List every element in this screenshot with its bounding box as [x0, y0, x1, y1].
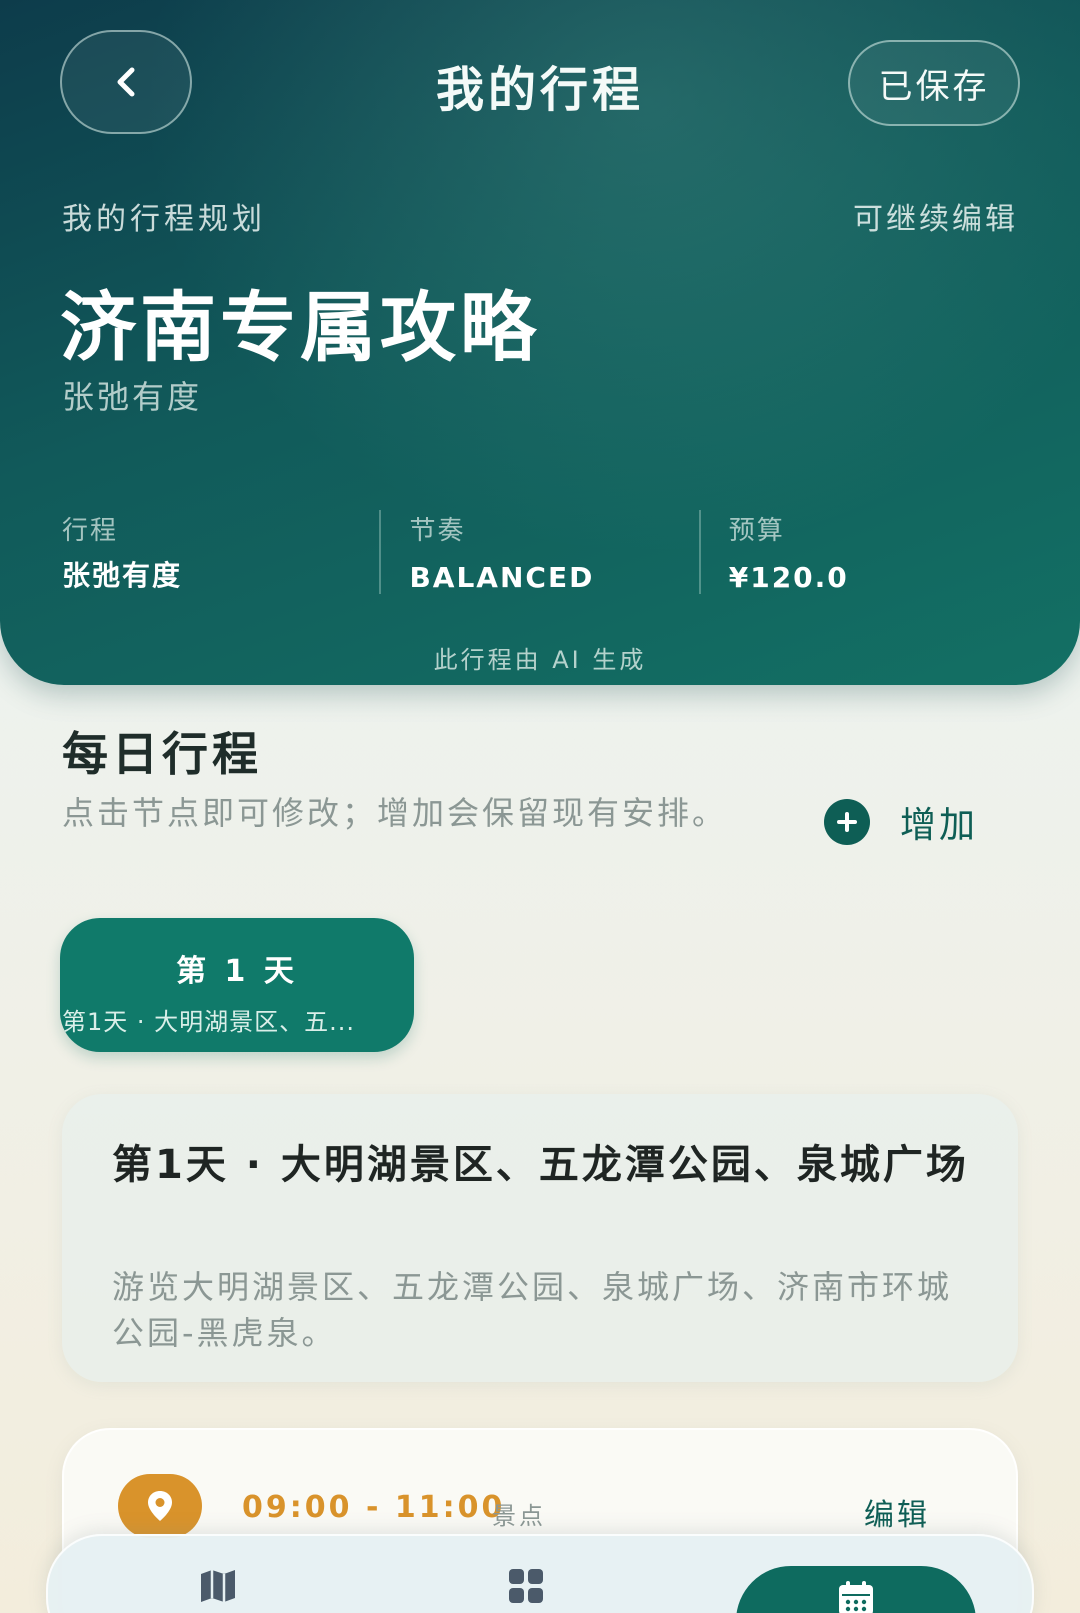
add-day-button[interactable]: 增加 [824, 796, 978, 848]
plus-circle-icon [824, 799, 870, 845]
bottom-navigation [46, 1534, 1034, 1613]
stat-label: 节奏 [409, 516, 466, 546]
stat-itinerary: 行程 张弛有度 [62, 510, 379, 594]
itinerary-header: 我的行程 已保存 我的行程规划 可继续编辑 济南专属攻略 张弛有度 行程 张弛有… [0, 0, 1080, 685]
daily-section-title: 每日行程 [62, 727, 262, 781]
activity-edit-button[interactable]: 编辑 [864, 1490, 930, 1534]
guide-title: 济南专属攻略 [60, 283, 540, 372]
day-tab-1[interactable]: 第 1 天 第1天 · 大明湖景区、五... [60, 918, 414, 1052]
stat-label: 预算 [728, 516, 785, 546]
day-summary-title: 第1天 · 大明湖景区、五龙潭公园、泉城广场 [112, 1142, 969, 1188]
day-tab-title: 第 1 天 [176, 954, 298, 989]
grid-icon [509, 1569, 543, 1603]
stat-budget: 预算 ¥120.0 [698, 510, 1018, 594]
add-day-label: 增加 [900, 805, 979, 846]
calendar-icon [839, 1581, 873, 1613]
nav-map[interactable] [198, 1566, 238, 1606]
day-summary-description: 游览大明湖景区、五龙潭公园、泉城广场、济南市环城公园-黑虎泉。 [112, 1268, 953, 1352]
trip-stats: 行程 张弛有度 节奏 BALANCED 预算 ¥120.0 [62, 510, 1018, 594]
stat-label: 行程 [62, 516, 119, 546]
stat-value: BALANCED [409, 561, 595, 594]
saved-button[interactable]: 已保存 [848, 40, 1020, 126]
nav-calendar[interactable] [736, 1566, 976, 1613]
plan-label: 我的行程规划 [62, 202, 266, 237]
ai-generated-note: 此行程由 AI 生成 [433, 646, 647, 674]
stat-value: ¥120.0 [728, 561, 849, 594]
day-summary-card[interactable]: 第1天 · 大明湖景区、五龙潭公园、泉城广场 游览大明湖景区、五龙潭公园、泉城广… [62, 1094, 1018, 1382]
nav-grid[interactable] [506, 1566, 546, 1606]
stat-value: 张弛有度 [62, 559, 183, 592]
daily-section-description: 点击节点即可修改；增加会保留现有安排。 [62, 794, 728, 832]
activity-time: 09:00 - 11:00 [242, 1490, 506, 1525]
guide-subtitle: 张弛有度 [62, 378, 203, 416]
activity-type: 景点 [492, 1502, 546, 1530]
location-pin-icon [118, 1474, 202, 1538]
edit-hint[interactable]: 可继续编辑 [853, 194, 1018, 238]
map-icon [201, 1570, 235, 1602]
stat-pace: 节奏 BALANCED [379, 510, 698, 594]
day-tab-subtitle: 第1天 · 大明湖景区、五... [62, 1008, 356, 1036]
